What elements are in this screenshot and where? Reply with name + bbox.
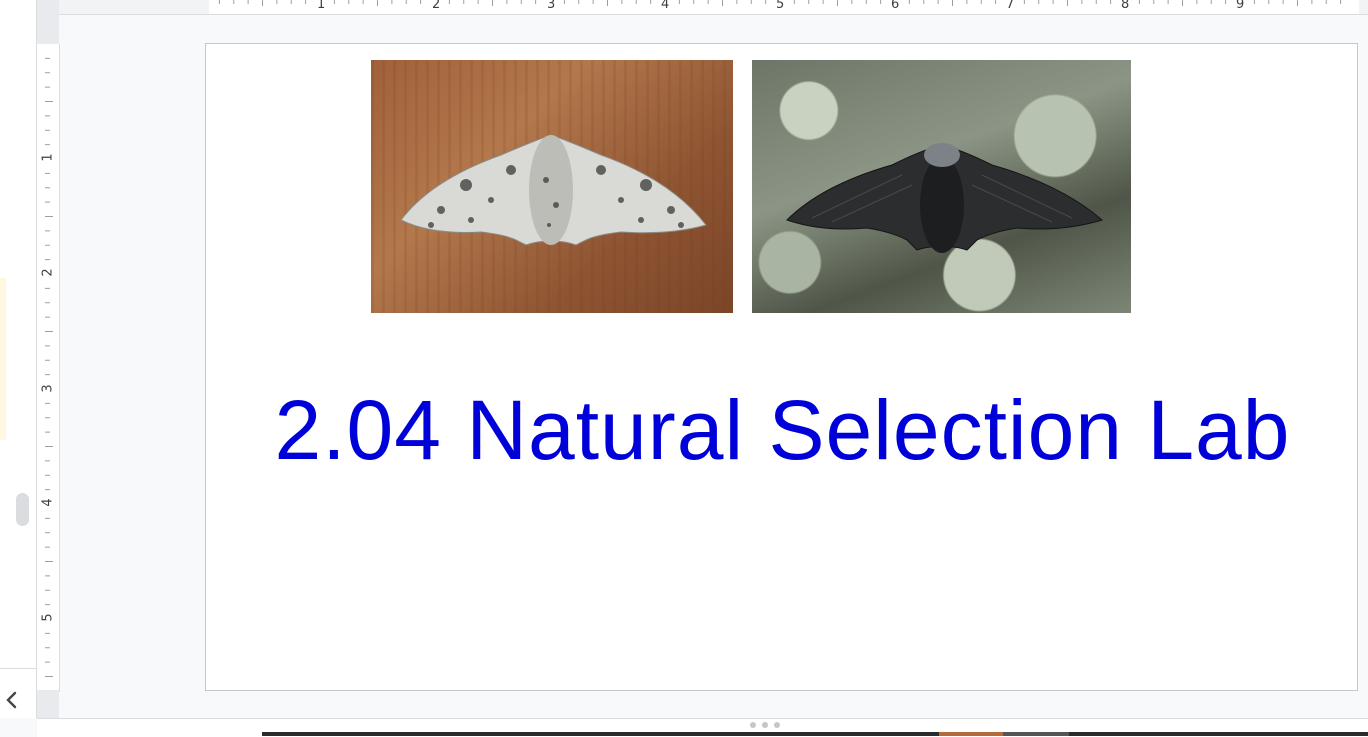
chevron-left-icon bbox=[6, 691, 17, 709]
dark-moth-illustration bbox=[786, 143, 1104, 253]
v-ruler-label: 5 bbox=[40, 613, 56, 622]
v-ruler-label: 1 bbox=[40, 153, 56, 162]
filmstrip-divider bbox=[0, 668, 36, 669]
slide-canvas[interactable]: 2.04 Natural Selection Lab bbox=[205, 43, 1358, 691]
vertical-ruler-inactive-area bbox=[37, 690, 59, 720]
horizontal-ruler-ticks bbox=[218, 0, 1342, 6]
h-ruler-label: 4 bbox=[661, 0, 670, 12]
taskbar-strip bbox=[262, 732, 1368, 736]
vertical-ruler[interactable] bbox=[37, 44, 60, 720]
taskbar-item bbox=[939, 732, 1003, 736]
collapse-filmstrip-button[interactable] bbox=[0, 684, 24, 716]
h-ruler-label: 9 bbox=[1236, 0, 1245, 12]
h-ruler-label: 5 bbox=[776, 0, 785, 12]
h-ruler-label: 7 bbox=[1006, 0, 1015, 12]
taskbar-item bbox=[1003, 732, 1069, 736]
filmstrip-scrollbar[interactable] bbox=[16, 493, 29, 526]
drag-handle-icon[interactable] bbox=[750, 722, 780, 728]
h-ruler-label: 8 bbox=[1121, 0, 1130, 12]
light-moth-image[interactable] bbox=[371, 60, 733, 313]
horizontal-ruler[interactable] bbox=[59, 0, 1368, 15]
v-ruler-label: 4 bbox=[40, 498, 56, 507]
light-moth-illustration bbox=[400, 134, 707, 246]
h-ruler-label: 3 bbox=[547, 0, 556, 12]
ruler-corner bbox=[37, 0, 59, 44]
filmstrip-panel bbox=[0, 0, 37, 718]
h-ruler-label: 2 bbox=[432, 0, 441, 12]
v-ruler-label: 3 bbox=[40, 384, 56, 393]
dark-moth-image[interactable] bbox=[752, 60, 1131, 313]
h-ruler-label: 6 bbox=[891, 0, 900, 12]
vertical-ruler-ticks bbox=[45, 57, 53, 677]
selected-slide-indicator bbox=[0, 278, 6, 440]
v-ruler-label: 2 bbox=[40, 268, 56, 277]
h-ruler-label: 1 bbox=[317, 0, 326, 12]
slide-title[interactable]: 2.04 Natural Selection Lab bbox=[206, 382, 1359, 479]
